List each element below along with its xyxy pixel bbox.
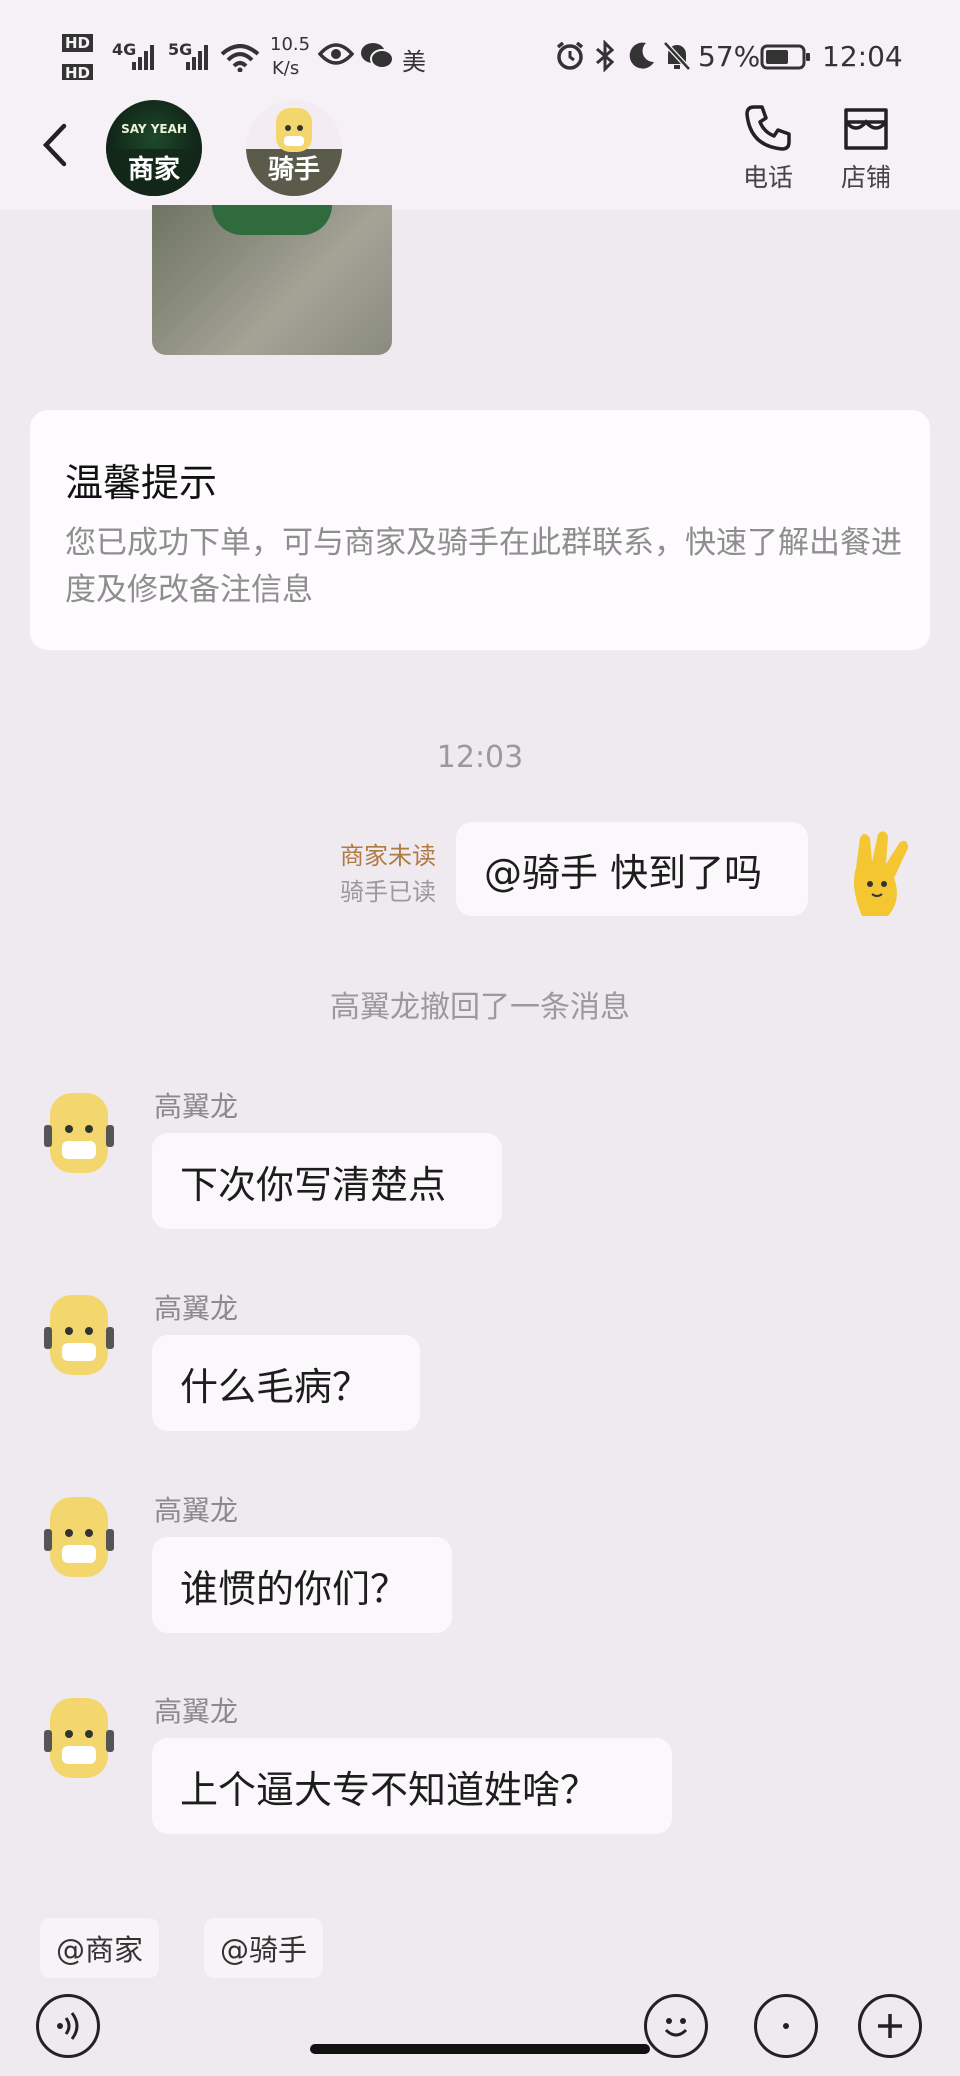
phone-icon bbox=[745, 105, 791, 151]
phone-button[interactable]: 电话 bbox=[738, 102, 798, 194]
phone-label: 电话 bbox=[742, 163, 793, 192]
battery-percent: 57% bbox=[698, 40, 761, 73]
rider-face-icon bbox=[276, 108, 312, 152]
emoji-icon bbox=[664, 2018, 688, 2037]
plus-icon bbox=[878, 2014, 902, 2038]
wifi-icon bbox=[220, 44, 260, 76]
signal-icon-2 bbox=[186, 44, 210, 74]
sender-name: 高翼龙 bbox=[154, 1090, 239, 1123]
message-text: 上个逼大专不知道姓啥？ bbox=[180, 1767, 599, 1812]
moon-icon bbox=[626, 40, 656, 76]
message-text: 下次你写清楚点 bbox=[180, 1162, 447, 1207]
hand-mascot-icon bbox=[854, 831, 908, 916]
sender-name: 高翼龙 bbox=[154, 1292, 239, 1325]
wechat-icon bbox=[360, 42, 394, 74]
eye-icon bbox=[317, 42, 355, 70]
message-text: 什么毛病？ bbox=[180, 1364, 371, 1409]
message-text: 谁惯的你们？ bbox=[180, 1566, 409, 1611]
home-indicator[interactable] bbox=[310, 2044, 650, 2054]
signal-icon bbox=[132, 44, 156, 74]
merchant-avatar[interactable]: SAY YEAH 商家 bbox=[106, 100, 202, 196]
my-message-text: @骑手 快到了吗 bbox=[484, 850, 763, 895]
image-content bbox=[212, 205, 332, 235]
mention-merchant-chip[interactable]: @商家 bbox=[40, 1918, 160, 1978]
speed-value: 10.5 bbox=[270, 34, 311, 55]
plus-button[interactable] bbox=[858, 1994, 922, 2058]
merchant-read-status: 商家未读 bbox=[340, 842, 436, 870]
tip-title: 温馨提示 bbox=[65, 461, 218, 505]
shop-button[interactable]: 店铺 bbox=[836, 102, 896, 194]
clock: 12:04 bbox=[822, 40, 903, 73]
shop-icon bbox=[844, 108, 888, 150]
sender-name: 高翼龙 bbox=[154, 1695, 239, 1728]
tip-card: 温馨提示 您已成功下单，可与商家及骑手在此群联系，快速了解出餐进度及修改备注信息 bbox=[30, 410, 930, 650]
message-row-2: 高翼龙 什么毛病？ bbox=[0, 1287, 960, 1487]
my-avatar[interactable] bbox=[842, 828, 918, 922]
rider-read-status: 骑手已读 bbox=[340, 878, 436, 906]
shared-image[interactable] bbox=[152, 205, 392, 355]
message-bubble[interactable]: 上个逼大专不知道姓啥？ bbox=[152, 1738, 672, 1834]
sender-avatar-icon[interactable] bbox=[40, 1694, 118, 1786]
mention-rider-chip[interactable]: @骑手 bbox=[204, 1918, 324, 1978]
mute-bell-icon bbox=[662, 40, 692, 76]
message-bubble[interactable]: 下次你写清楚点 bbox=[152, 1133, 502, 1229]
sender-avatar-icon[interactable] bbox=[40, 1089, 118, 1181]
app-notification-mark: 美 bbox=[402, 48, 426, 76]
voice-button[interactable] bbox=[36, 1994, 100, 2058]
more-icon bbox=[783, 2023, 789, 2029]
recall-notice: 高翼龙撤回了一条消息 bbox=[330, 990, 630, 1025]
message-bubble[interactable]: 什么毛病？ bbox=[152, 1335, 420, 1431]
rider-avatar[interactable]: 骑手 bbox=[246, 100, 342, 196]
hd1-badge: HD bbox=[62, 34, 94, 52]
my-message-bubble[interactable]: @骑手 快到了吗 bbox=[456, 822, 808, 916]
input-bar bbox=[0, 1980, 960, 2076]
message-bubble[interactable]: 谁惯的你们？ bbox=[152, 1537, 452, 1633]
sender-avatar-icon[interactable] bbox=[40, 1493, 118, 1585]
emoji-button[interactable] bbox=[644, 1994, 708, 2058]
merchant-tag: 商家 bbox=[106, 149, 202, 196]
sender-name: 高翼龙 bbox=[154, 1494, 239, 1527]
alarm-icon bbox=[554, 40, 586, 76]
bluetooth-icon bbox=[594, 39, 616, 76]
read-status: 商家未读 骑手已读 bbox=[340, 838, 436, 910]
speed-unit: K/s bbox=[272, 58, 300, 79]
message-row-1: 高翼龙 下次你写清楚点 bbox=[0, 1085, 960, 1285]
chat-header: SAY YEAH 商家 骑手 电话 店铺 bbox=[0, 80, 960, 210]
message-row-4: 高翼龙 上个逼大专不知道姓啥？ bbox=[0, 1690, 960, 1890]
voice-icon bbox=[57, 2012, 79, 2040]
back-icon[interactable] bbox=[40, 122, 70, 172]
merchant-logo-text: SAY YEAH bbox=[121, 122, 187, 136]
chat-timestamp: 12:03 bbox=[436, 740, 524, 775]
sender-avatar-icon[interactable] bbox=[40, 1291, 118, 1383]
battery-icon bbox=[760, 44, 812, 74]
shop-label: 店铺 bbox=[840, 163, 891, 192]
message-row-3: 高翼龙 谁惯的你们？ bbox=[0, 1489, 960, 1689]
tip-body: 您已成功下单，可与商家及骑手在此群联系，快速了解出餐进度及修改备注信息 bbox=[65, 525, 902, 608]
more-button[interactable] bbox=[754, 1994, 818, 2058]
